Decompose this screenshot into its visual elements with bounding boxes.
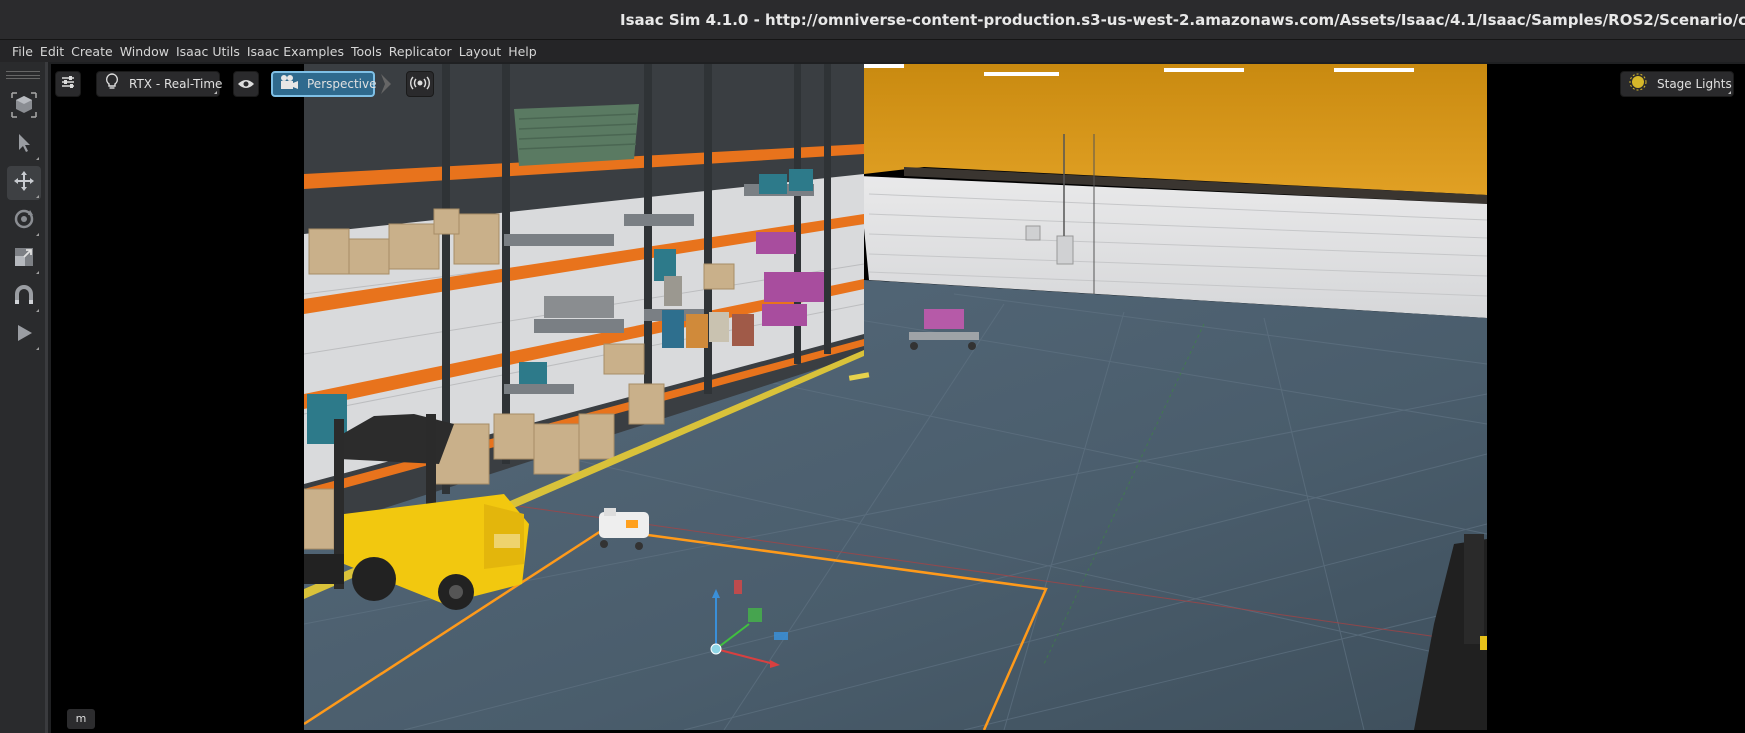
- menu-replicator[interactable]: Replicator: [389, 44, 452, 59]
- viewport-settings-button[interactable]: [55, 71, 81, 97]
- select-arrow-icon: [14, 132, 34, 158]
- menu-isaac-examples[interactable]: Isaac Examples: [247, 44, 344, 59]
- play-tool[interactable]: [7, 318, 41, 352]
- viewport-m-badge[interactable]: m: [67, 709, 95, 729]
- submenu-indicator: [36, 347, 39, 350]
- menu-create[interactable]: Create: [71, 44, 113, 59]
- sliders-icon: [60, 74, 76, 94]
- sun-icon: [1629, 73, 1647, 95]
- chevron-right-icon: [379, 73, 393, 99]
- submenu-indicator: [36, 309, 39, 312]
- move-tool[interactable]: [7, 166, 41, 200]
- menu-window[interactable]: Window: [120, 44, 169, 59]
- rotate-icon: [12, 207, 36, 235]
- select-mode-icon: [11, 92, 37, 122]
- isaac-sim-window: Isaac Sim 4.1.0 - http://omniverse-conte…: [0, 0, 1745, 733]
- submenu-indicator: [214, 91, 217, 94]
- select-mode-tool[interactable]: [7, 90, 41, 124]
- window-title: Isaac Sim 4.1.0 - http://omniverse-conte…: [620, 11, 1745, 29]
- submenu-indicator: [1728, 91, 1731, 94]
- menu-bar: File Edit Create Window Isaac Utils Isaa…: [0, 40, 1745, 62]
- tool-rail: [0, 62, 48, 733]
- snap-tool[interactable]: [7, 280, 41, 314]
- menu-help[interactable]: Help: [508, 44, 537, 59]
- scale-icon: [13, 246, 35, 272]
- audio-broadcast-icon: [410, 75, 430, 94]
- audio-button[interactable]: [406, 71, 434, 97]
- camera-icon: [279, 74, 299, 94]
- lightbulb-icon: [105, 73, 119, 95]
- submenu-indicator: [36, 195, 39, 198]
- menu-tools[interactable]: Tools: [351, 44, 382, 59]
- play-icon: [14, 323, 34, 347]
- menu-edit[interactable]: Edit: [40, 44, 64, 59]
- scale-tool[interactable]: [7, 242, 41, 276]
- toolbar-grip[interactable]: [6, 71, 40, 79]
- title-bar: Isaac Sim 4.1.0 - http://omniverse-conte…: [0, 0, 1745, 40]
- menu-layout[interactable]: Layout: [459, 44, 502, 59]
- submenu-indicator: [36, 233, 39, 236]
- snap-magnet-icon: [13, 284, 35, 310]
- stage-lights-button[interactable]: Stage Lights: [1620, 71, 1734, 97]
- menu-isaac-utils[interactable]: Isaac Utils: [176, 44, 240, 59]
- eye-icon: [237, 75, 255, 94]
- renderer-label: RTX - Real-Time: [129, 77, 223, 91]
- submenu-indicator: [36, 157, 39, 160]
- viewport[interactable]: m: [51, 64, 1745, 733]
- camera-label: Perspective: [307, 77, 377, 91]
- warehouse-scene-render[interactable]: [304, 64, 1487, 730]
- select-tool[interactable]: [7, 128, 41, 162]
- move-icon: [12, 169, 36, 197]
- renderer-button[interactable]: RTX - Real-Time: [96, 71, 223, 97]
- visibility-button[interactable]: [233, 71, 259, 97]
- camera-perspective-button[interactable]: Perspective: [271, 71, 377, 97]
- submenu-indicator: [36, 271, 39, 274]
- rotate-tool[interactable]: [7, 204, 41, 238]
- menu-file[interactable]: File: [12, 44, 33, 59]
- stage-lights-label: Stage Lights: [1657, 77, 1732, 91]
